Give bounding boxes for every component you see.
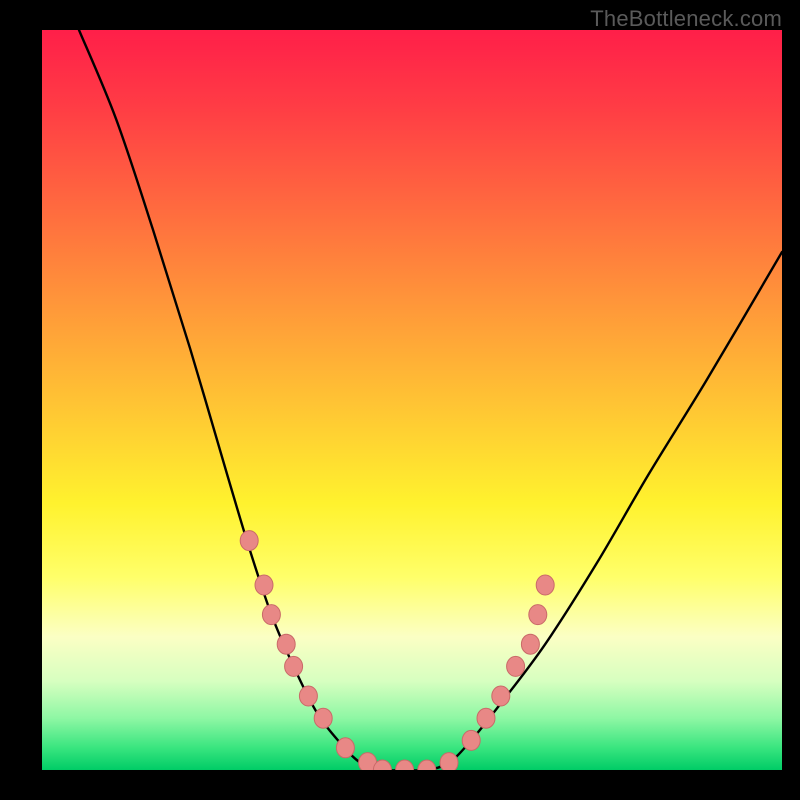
data-point: [285, 656, 303, 676]
attribution-text: TheBottleneck.com: [590, 6, 782, 32]
data-point: [492, 686, 510, 706]
chart-plot-area: [42, 30, 782, 770]
data-point: [396, 760, 414, 770]
data-point: [299, 686, 317, 706]
data-point: [277, 634, 295, 654]
data-point: [477, 708, 495, 728]
data-point: [521, 634, 539, 654]
data-point: [529, 605, 547, 625]
data-point: [314, 708, 332, 728]
data-point: [255, 575, 273, 595]
data-point: [536, 575, 554, 595]
chart-frame: TheBottleneck.com: [0, 0, 800, 800]
chart-svg: [42, 30, 782, 770]
bottleneck-curve: [79, 30, 782, 770]
data-point: [418, 760, 436, 770]
data-point: [336, 738, 354, 758]
data-point: [507, 656, 525, 676]
data-points-group: [240, 531, 554, 770]
data-point: [262, 605, 280, 625]
data-point: [440, 753, 458, 770]
data-point: [240, 531, 258, 551]
data-point: [462, 730, 480, 750]
